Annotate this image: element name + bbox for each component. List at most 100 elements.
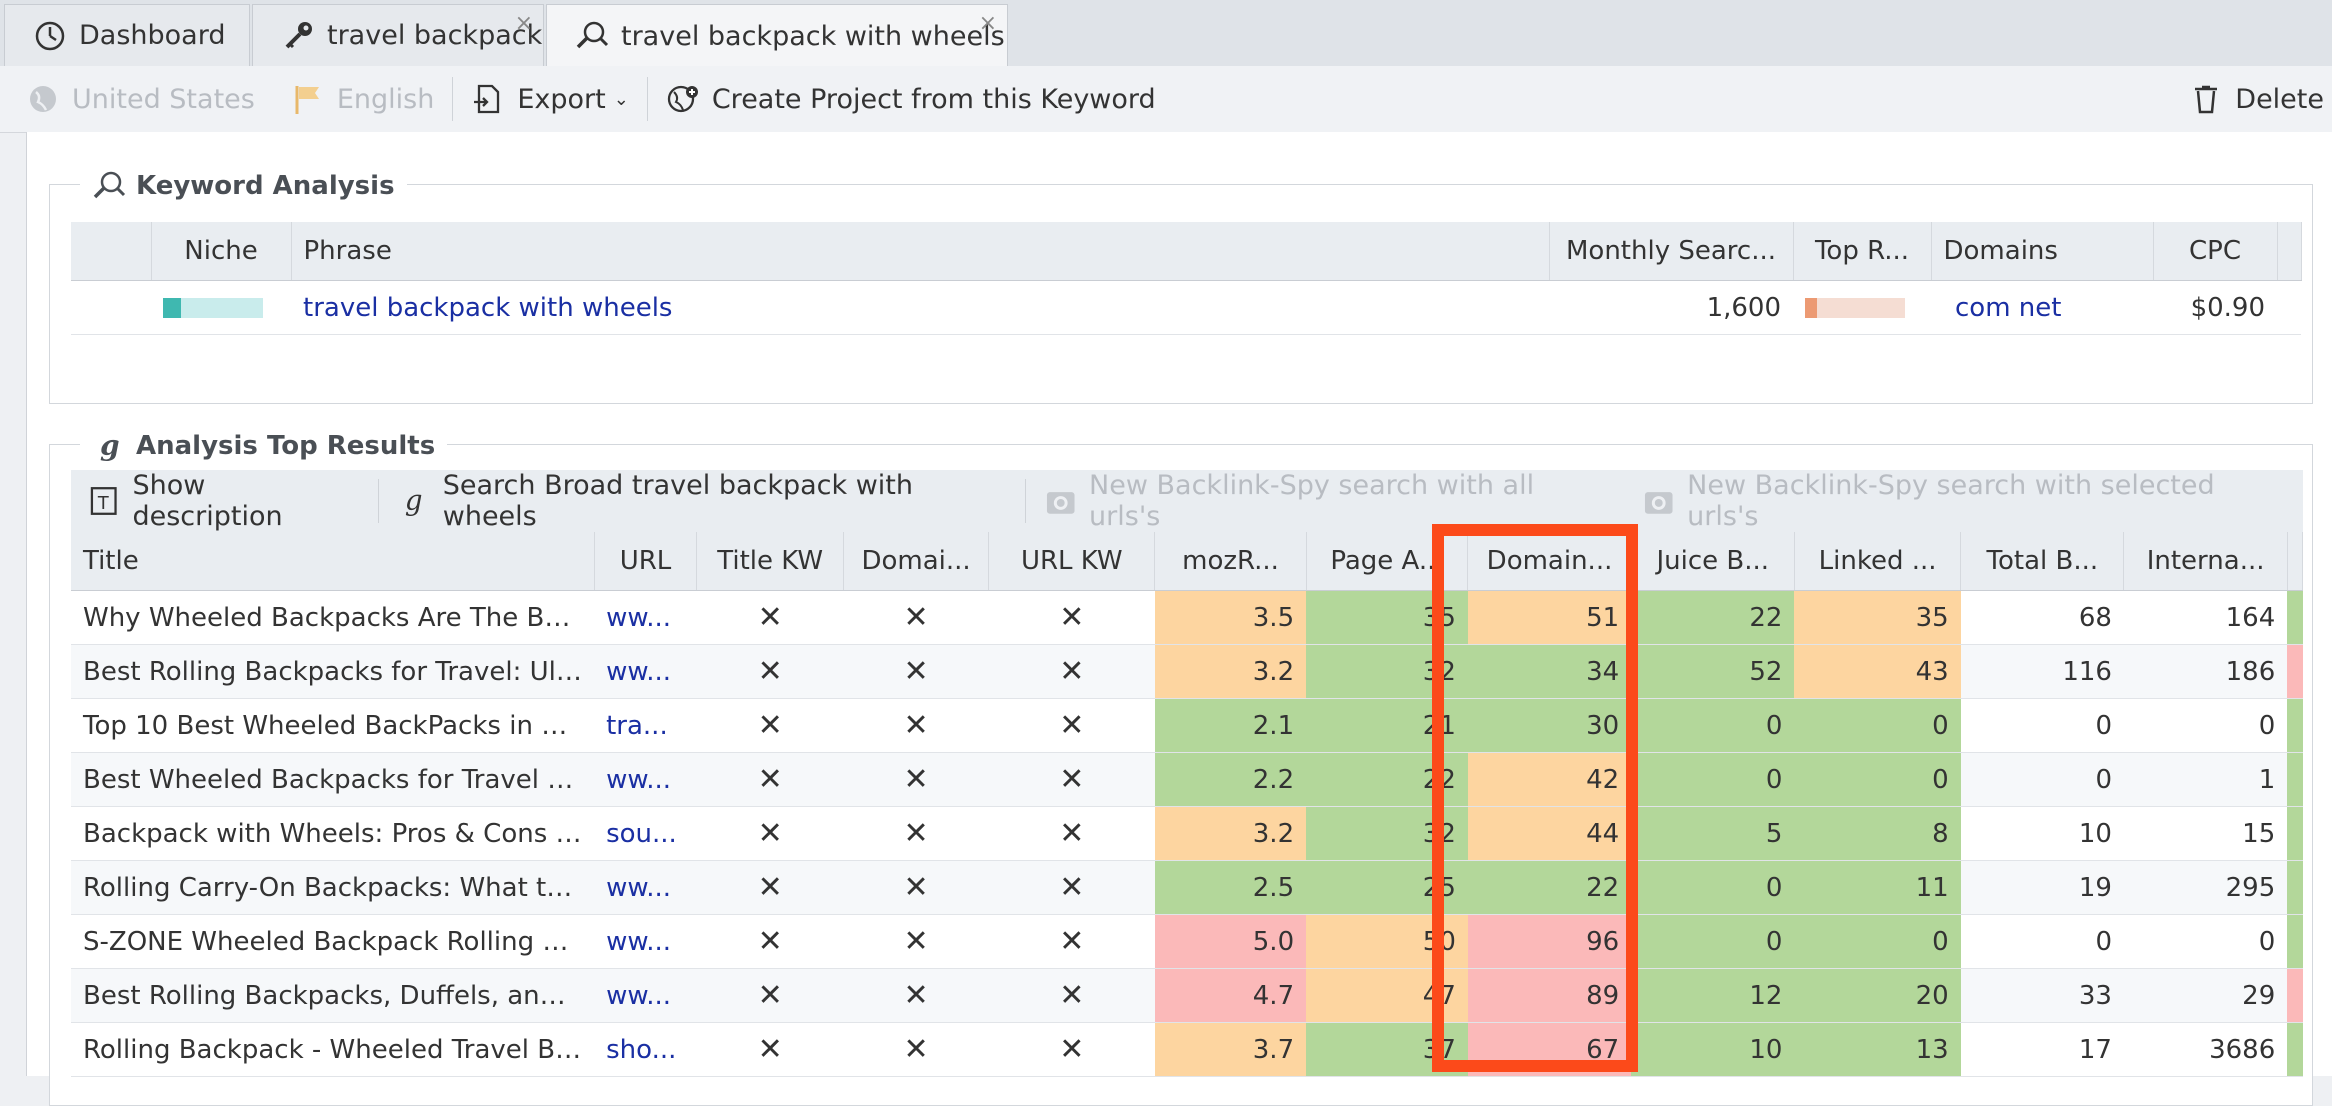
- mozrank-value: 2.1: [1154, 698, 1307, 753]
- country-button[interactable]: United States: [0, 66, 273, 132]
- language-button[interactable]: English: [273, 66, 453, 132]
- x-icon: ✕: [903, 708, 929, 743]
- domain-kw-mark: ✕: [843, 1022, 989, 1077]
- result-url-link[interactable]: ww...: [594, 914, 697, 969]
- domain-kw-mark: ✕: [843, 860, 989, 915]
- domain-authority-value: 22: [1467, 860, 1632, 915]
- spy-icon: [1046, 492, 1075, 514]
- column-header-title-kw[interactable]: Title KW: [696, 532, 845, 591]
- row-edge-indicator: [2287, 860, 2303, 915]
- internal-links-value: 15: [2123, 806, 2288, 861]
- result-title: Best Rolling Backpacks for Travel: Ulti.…: [71, 644, 595, 699]
- table-row[interactable]: Top 10 Best Wheeled BackPacks in 201... t…: [71, 698, 2303, 753]
- juice-backlinks-value: 0: [1631, 752, 1795, 807]
- close-icon[interactable]: ×: [515, 11, 533, 36]
- title-kw-mark: ✕: [696, 914, 844, 969]
- delete-button[interactable]: Delete: [2171, 66, 2332, 132]
- niche-bar-fill: [163, 297, 181, 318]
- column-header-mozrank[interactable]: mozR...: [1154, 532, 1307, 591]
- phrase-link[interactable]: travel backpack with wheels: [291, 280, 1549, 335]
- column-header-niche[interactable]: Niche: [151, 222, 292, 281]
- tab-bar: Dashboard travel backpack × travel backp…: [0, 0, 2332, 67]
- column-header-page-authority[interactable]: Page A...: [1306, 532, 1469, 591]
- column-header-internal-links[interactable]: Interna...: [2123, 532, 2288, 591]
- column-header-domain-kw[interactable]: Domai...: [843, 532, 990, 591]
- tab-dashboard[interactable]: Dashboard: [4, 4, 250, 66]
- export-button[interactable]: Export ⌄: [453, 66, 646, 132]
- table-row[interactable]: Backpack with Wheels: Pros & Cons + T...…: [71, 806, 2303, 861]
- search-broad-button[interactable]: g Search Broad travel backpack with whee…: [379, 468, 1024, 534]
- result-url-link[interactable]: ww...: [594, 860, 697, 915]
- svg-text:g: g: [100, 429, 120, 462]
- domain-authority-value: 51: [1467, 590, 1632, 645]
- column-header-phrase[interactable]: Phrase: [291, 222, 1550, 281]
- total-backlinks-value: 0: [1960, 914, 2124, 969]
- backlink-spy-all-button[interactable]: New Backlink-Spy search with all urls's: [1026, 468, 1624, 534]
- table-row[interactable]: Rolling Carry-On Backpacks: What to B...…: [71, 860, 2303, 915]
- x-icon: ✕: [1059, 816, 1085, 851]
- column-header-url[interactable]: URL: [594, 532, 698, 591]
- backlink-spy-selected-label: New Backlink-Spy search with selected ur…: [1687, 470, 2215, 532]
- linked-domains-value: 8: [1794, 806, 1961, 861]
- table-row[interactable]: Best Wheeled Backpacks for Travel of ...…: [71, 752, 2303, 807]
- results-body: Why Wheeled Backpacks Are The Best ... ww…: [71, 590, 2303, 1077]
- x-icon: ✕: [757, 600, 783, 635]
- juice-backlinks-value: 0: [1631, 914, 1795, 969]
- column-header[interactable]: [71, 222, 152, 281]
- tab-travel-backpack-with-wheels[interactable]: travel backpack with wheels ×: [546, 4, 1008, 67]
- backlink-spy-selected-button[interactable]: New Backlink-Spy search with selected ur…: [1624, 468, 2303, 534]
- column-header-cpc[interactable]: CPC: [2153, 222, 2278, 281]
- export-label: Export: [517, 83, 606, 115]
- result-url-link[interactable]: sou...: [594, 806, 697, 861]
- table-row[interactable]: Best Rolling Backpacks for Travel: Ulti.…: [71, 644, 2303, 699]
- svg-text:g: g: [405, 485, 423, 517]
- result-url-link[interactable]: ww...: [594, 590, 697, 645]
- x-icon: ✕: [903, 600, 929, 635]
- column-header-url-kw[interactable]: URL KW: [988, 532, 1156, 591]
- table-row[interactable]: Why Wheeled Backpacks Are The Best ... ww…: [71, 590, 2303, 645]
- page-authority-value: 37: [1306, 1022, 1468, 1077]
- result-url-link[interactable]: sho...: [594, 1022, 697, 1077]
- url-kw-mark: ✕: [988, 644, 1155, 699]
- result-url-link[interactable]: ww...: [594, 968, 697, 1023]
- tab-travel-backpack[interactable]: travel backpack ×: [252, 4, 544, 66]
- x-icon: ✕: [757, 870, 783, 905]
- result-url-link[interactable]: ww...: [594, 752, 697, 807]
- close-icon[interactable]: ×: [979, 11, 997, 36]
- row-filler: [2277, 280, 2301, 335]
- trash-icon: [2195, 85, 2218, 114]
- total-backlinks-value: 17: [1960, 1022, 2124, 1077]
- table-row[interactable]: Rolling Backpack - Wheeled Travel Bac...…: [71, 1022, 2303, 1077]
- google-icon: g: [100, 429, 120, 462]
- analysis-top-title: Analysis Top Results: [136, 431, 436, 461]
- page-authority-value: 35: [1306, 590, 1468, 645]
- column-header-total-backlinks[interactable]: Total B...: [1960, 532, 2125, 591]
- column-header-title[interactable]: Title: [71, 532, 595, 591]
- column-header-domains[interactable]: Domains: [1931, 222, 2154, 281]
- column-header-top-r[interactable]: Top R...: [1793, 222, 1932, 281]
- row-edge-indicator: [2287, 968, 2303, 1023]
- result-url-link[interactable]: tra...: [594, 698, 697, 753]
- title-kw-mark: ✕: [696, 1022, 844, 1077]
- column-header-domain-authority[interactable]: Domain...: [1467, 532, 1632, 591]
- keyword-row[interactable]: travel backpack with wheels 1,600 com ne…: [71, 280, 2301, 335]
- column-header-juice-backlinks[interactable]: Juice B...: [1631, 532, 1795, 591]
- linked-domains-value: 11: [1794, 860, 1961, 915]
- table-row[interactable]: Best Rolling Backpacks, Duffels, and W..…: [71, 968, 2303, 1023]
- create-project-button[interactable]: Create Project from this Keyword: [648, 66, 1174, 132]
- domains-link[interactable]: com net: [1931, 280, 2153, 335]
- row-selector[interactable]: [71, 280, 151, 335]
- column-header-monthly-searches[interactable]: Monthly Searc...: [1549, 222, 1794, 281]
- cpc-value: $0.90: [2153, 280, 2277, 335]
- result-url-link[interactable]: ww...: [594, 644, 697, 699]
- x-icon: ✕: [903, 1032, 929, 1067]
- total-backlinks-value: 116: [1960, 644, 2124, 699]
- column-header-linked-domains[interactable]: Linked ...: [1794, 532, 1962, 591]
- show-description-button[interactable]: T Show description: [71, 468, 378, 534]
- x-icon: ✕: [1059, 870, 1085, 905]
- page-authority-value: 47: [1306, 968, 1468, 1023]
- url-kw-mark: ✕: [988, 860, 1155, 915]
- table-row[interactable]: S-ZONE Wheeled Backpack Rolling Carr... w…: [71, 914, 2303, 969]
- x-icon: ✕: [1059, 654, 1085, 689]
- juice-backlinks-value: 52: [1631, 644, 1795, 699]
